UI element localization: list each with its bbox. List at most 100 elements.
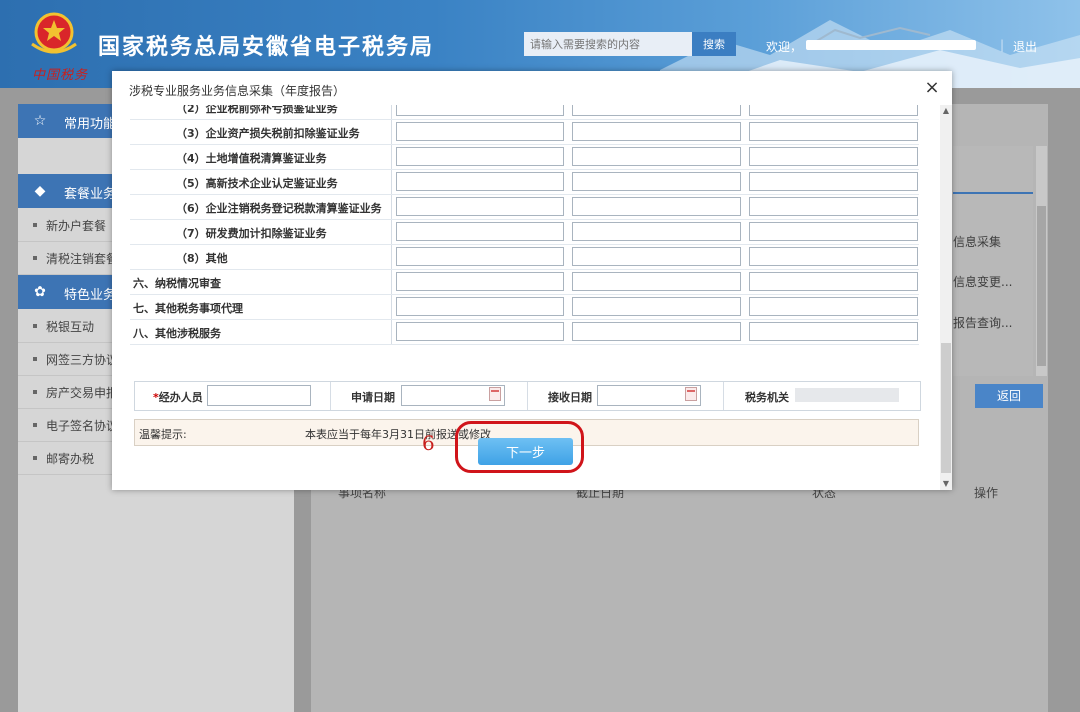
service-input-2[interactable] <box>572 297 741 316</box>
service-input-3[interactable] <box>749 105 918 116</box>
service-input-3[interactable] <box>749 247 918 266</box>
site-title: 国家税务总局安徽省电子税务局 <box>98 35 435 60</box>
service-input-1[interactable] <box>396 172 564 191</box>
bullet-icon <box>33 456 37 460</box>
bullet-icon <box>33 390 37 394</box>
scrollbar-thumb[interactable] <box>941 343 951 473</box>
sidebar-item-label: 新办户套餐 <box>46 219 107 233</box>
handler-input[interactable] <box>207 385 311 406</box>
service-row: （7）研发费加计扣除鉴证业务 <box>130 220 919 245</box>
service-row-label: 八、其他涉税服务 <box>133 327 221 340</box>
background-scrollbar[interactable] <box>1036 146 1047 376</box>
info-collection-dialog: 涉税专业服务业务信息采集（年度报告） × （2）企业税前弥补亏损鉴证业务 （3）企… <box>112 71 952 490</box>
service-row-label: 六、纳税情况审查 <box>133 277 221 290</box>
logout-link[interactable]: 退出 <box>1013 38 1037 55</box>
sidebar-section-label: 特色业务 <box>64 288 117 303</box>
welcome-text: 欢迎， <box>766 40 803 54</box>
calendar-icon[interactable] <box>685 387 697 401</box>
service-input-3[interactable] <box>749 197 918 216</box>
service-row: （6）企业注销税务登记税款清算鉴证业务 <box>130 195 919 220</box>
apply-date-label: 申请日期 <box>351 391 395 404</box>
service-row: （4）土地增值税清算鉴证业务 <box>130 145 919 170</box>
service-input-3[interactable] <box>749 322 918 341</box>
service-row-label: 七、其他税务事项代理 <box>133 302 243 315</box>
search-button[interactable]: 搜索 <box>692 32 736 56</box>
divider <box>391 270 392 294</box>
service-row-label: （2）企业税前弥补亏损鉴证业务 <box>176 105 338 115</box>
handler-form-row: *经办人员 申请日期 接收日期 税务机关 <box>134 381 921 411</box>
service-row-label: （3）企业资产损失税前扣除鉴证业务 <box>176 127 360 140</box>
step-number-annotation: 6 <box>422 431 435 455</box>
service-input-1[interactable] <box>396 105 564 116</box>
service-input-2[interactable] <box>572 105 741 116</box>
service-row-label: （7）研发费加计扣除鉴证业务 <box>176 227 327 240</box>
divider <box>391 105 392 119</box>
sidebar-item-label: 房产交易申报 <box>46 386 119 400</box>
layers-icon: ◆ <box>34 183 46 199</box>
tip-label: 温馨提示: <box>139 428 187 441</box>
back-button[interactable]: 返回 <box>975 384 1043 408</box>
username-redacted <box>806 40 976 50</box>
service-row: 七、其他税务事项代理 <box>130 295 919 320</box>
divider <box>391 220 392 244</box>
link-report-query[interactable]: 报告查询... <box>953 314 1012 331</box>
service-input-2[interactable] <box>572 147 741 166</box>
service-row: （5）高新技术企业认定鉴证业务 <box>130 170 919 195</box>
sidebar-item-label: 电子签名协议 <box>46 419 119 433</box>
divider <box>391 195 392 219</box>
info-box <box>953 146 1033 376</box>
scroll-up-icon[interactable]: ▲ <box>940 105 952 117</box>
service-row-label: （6）企业注销税务登记税款清算鉴证业务 <box>176 202 382 215</box>
service-input-1[interactable] <box>396 122 564 141</box>
service-input-2[interactable] <box>572 122 741 141</box>
service-input-2[interactable] <box>572 272 741 291</box>
divider <box>391 120 392 144</box>
service-input-1[interactable] <box>396 297 564 316</box>
service-row: （2）企业税前弥补亏损鉴证业务 <box>130 105 919 120</box>
emblem-script-text: 中国税务 <box>32 68 89 83</box>
service-row-label: （8）其他 <box>176 252 228 265</box>
sidebar-item-label: 邮寄办税 <box>46 452 95 466</box>
service-row: 八、其他涉税服务 <box>130 320 919 345</box>
service-input-2[interactable] <box>572 197 741 216</box>
search-input[interactable] <box>524 32 696 56</box>
scroll-down-icon[interactable]: ▼ <box>940 478 952 490</box>
service-input-1[interactable] <box>396 247 564 266</box>
service-input-3[interactable] <box>749 172 918 191</box>
sidebar-item-label: 网签三方协议 <box>46 353 119 367</box>
dialog-scrollbar[interactable]: ▲ ▼ <box>940 105 952 490</box>
service-input-2[interactable] <box>572 247 741 266</box>
service-input-1[interactable] <box>396 322 564 341</box>
service-input-2[interactable] <box>572 172 741 191</box>
service-input-1[interactable] <box>396 147 564 166</box>
calendar-icon[interactable] <box>489 387 501 401</box>
divider <box>391 320 392 344</box>
service-row-label: （5）高新技术企业认定鉴证业务 <box>176 177 338 190</box>
service-input-2[interactable] <box>572 222 741 241</box>
tax-office-label: 税务机关 <box>745 391 789 404</box>
service-input-3[interactable] <box>749 222 918 241</box>
divider <box>391 295 392 319</box>
divider <box>391 170 392 194</box>
service-row: 六、纳税情况审查 <box>130 270 919 295</box>
link-info-collect[interactable]: 信息采集 <box>953 233 1001 250</box>
bullet-icon <box>33 223 37 227</box>
scrollbar-thumb[interactable] <box>1037 206 1046 366</box>
close-icon[interactable]: × <box>922 78 942 98</box>
service-input-1[interactable] <box>396 272 564 291</box>
service-row-label: （4）土地增值税清算鉴证业务 <box>176 152 327 165</box>
header-separator: | <box>1000 38 1005 52</box>
service-input-3[interactable] <box>749 122 918 141</box>
bullet-icon <box>33 324 37 328</box>
service-input-2[interactable] <box>572 322 741 341</box>
service-input-3[interactable] <box>749 297 918 316</box>
service-input-1[interactable] <box>396 222 564 241</box>
link-info-change[interactable]: 信息变更... <box>953 273 1012 290</box>
tax-emblem-icon <box>31 12 77 54</box>
cluster-icon: ✿ <box>34 284 46 300</box>
table-header-action: 操作 <box>974 486 999 500</box>
service-input-1[interactable] <box>396 197 564 216</box>
divider <box>391 245 392 269</box>
service-input-3[interactable] <box>749 147 918 166</box>
service-input-3[interactable] <box>749 272 918 291</box>
